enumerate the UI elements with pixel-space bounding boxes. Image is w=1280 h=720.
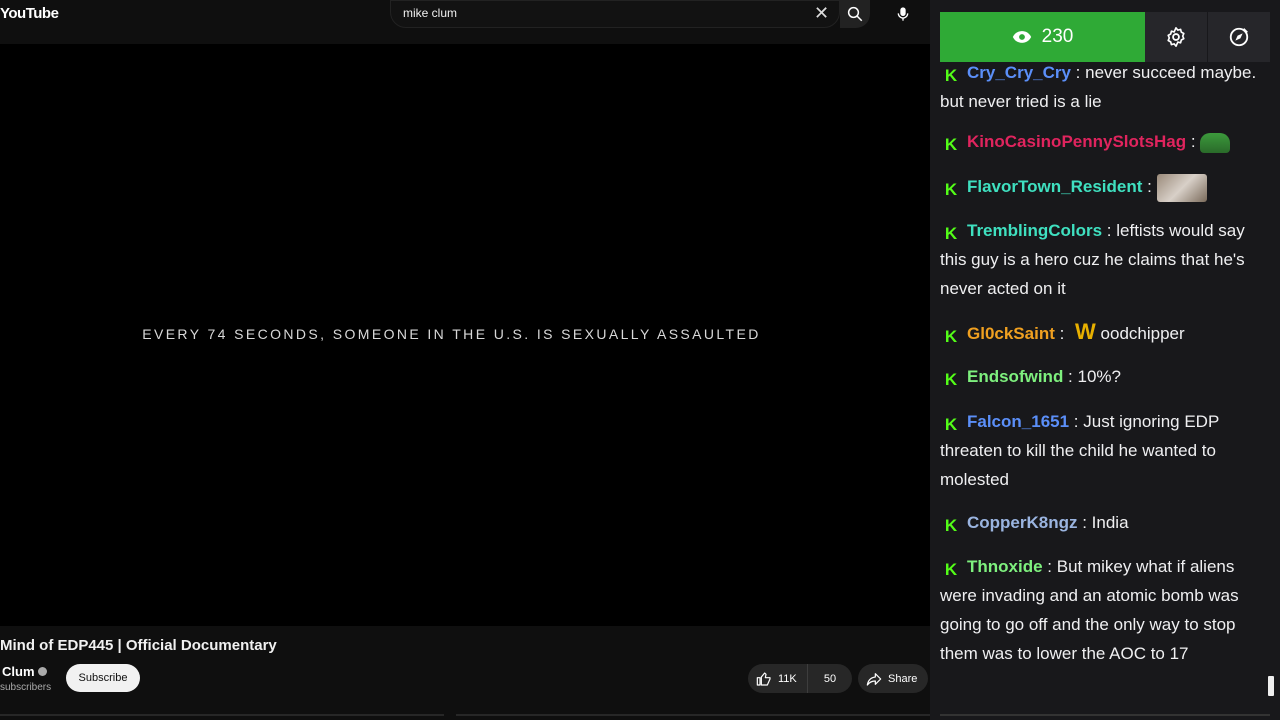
chat-message: K Falcon_1651 : Just ignoring EDP threate… [940,412,1219,489]
mic-icon [897,7,909,21]
chat-message: K KinoCasinoPennySlotsHag : [940,127,1260,156]
share-button[interactable]: Share [858,664,928,693]
like-dislike-group: 11K 50 [748,664,852,693]
kick-badge-icon: K [944,180,958,199]
chat-header: 230 [940,12,1270,62]
divider [940,714,1270,716]
verified-icon [37,667,47,676]
chat-username[interactable]: Thnoxide [967,557,1043,576]
chat-username[interactable]: FlavorTown_Resident [967,177,1142,196]
kick-badge-icon: K [944,370,958,389]
search-icon [847,6,863,22]
thumbs-up-icon [756,671,771,686]
kick-badge-icon: K [944,135,958,154]
viewer-count: 230 [1041,26,1074,47]
search-button[interactable] [840,0,870,28]
chat-message: K FlavorTown_Resident : [940,172,1260,202]
chat-message: K Cry_Cry_Cry : never succeed maybe. but … [940,63,1257,111]
divider [456,714,930,716]
chat-popout-button[interactable] [1207,12,1270,62]
chat-username[interactable]: TremblingColors [967,221,1102,240]
like-button[interactable]: 11K [748,664,808,693]
kick-badge-icon: K [944,415,958,434]
subscribe-button[interactable]: Subscribe [66,664,140,692]
kick-chat-pane: 230 K Cry_Cry_Cry : never succeed maybe. … [930,0,1280,720]
gear-icon [1167,27,1185,47]
w-emote-icon: W [1075,319,1096,344]
chat-text: India [1091,513,1129,532]
search-box[interactable]: mike clum ✕ [390,0,840,28]
chat-username[interactable]: Falcon_1651 [967,412,1069,431]
kick-badge-icon: K [944,516,958,535]
subscriber-count: subscribers [0,682,52,693]
chat-username[interactable]: CopperK8ngz [967,513,1078,532]
divider [0,714,444,716]
frog-emote-icon [1200,132,1231,153]
youtube-pane: YouTube mike clum ✕ EVERY 74 SECONDS, SO… [0,0,930,720]
chat-scrollbar[interactable] [1268,676,1274,696]
photo-emote-icon [1156,173,1207,202]
chat-message: K Thnoxide : But mikey what if aliens wer… [940,557,1239,663]
chat-message: K Endsofwind : 10%? [940,362,1260,391]
video-overlay-text: EVERY 74 SECONDS, SOMEONE IN THE U.S. IS… [142,326,761,342]
chat-username[interactable]: Endsofwind [967,367,1063,386]
channel-name[interactable]: Clum [2,664,47,679]
search-input[interactable]: mike clum [403,6,457,20]
clear-search-icon[interactable]: ✕ [814,3,829,24]
viewer-count-badge: 230 [940,12,1145,62]
compass-icon [1229,27,1249,47]
eye-icon [1012,31,1031,43]
dislike-button[interactable]: 50 [808,673,852,685]
youtube-logo[interactable]: YouTube [0,5,59,22]
kick-badge-icon: K [944,560,958,579]
video-player[interactable]: EVERY 74 SECONDS, SOMEONE IN THE U.S. IS… [0,44,930,626]
channel-name-text: Clum [2,664,35,679]
video-title: Mind of EDP445 | Official Documentary [0,637,277,654]
youtube-topbar: YouTube mike clum ✕ [0,0,930,30]
kick-badge-icon: K [944,224,958,243]
chat-message: K TremblingColors : leftists would say th… [940,221,1245,298]
voice-search-button[interactable] [888,0,918,28]
kick-badge-icon: K [944,327,958,346]
chat-text: oodchipper [1100,324,1185,343]
chat-username[interactable]: Gl0ckSaint [967,324,1055,343]
chat-settings-button[interactable] [1145,12,1207,62]
kick-badge-icon: K [944,66,958,85]
chat-username[interactable]: KinoCasinoPennySlotsHag [967,132,1186,151]
chat-message: K Gl0ckSaint : W oodchipper [940,317,1260,348]
chat-text: 10%? [1077,367,1121,386]
like-count: 11K [778,672,797,685]
share-label: Share [888,672,918,685]
chat-username[interactable]: Cry_Cry_Cry [967,63,1071,82]
share-icon [866,672,882,686]
chat-message: K CopperK8ngz : India [940,508,1260,537]
